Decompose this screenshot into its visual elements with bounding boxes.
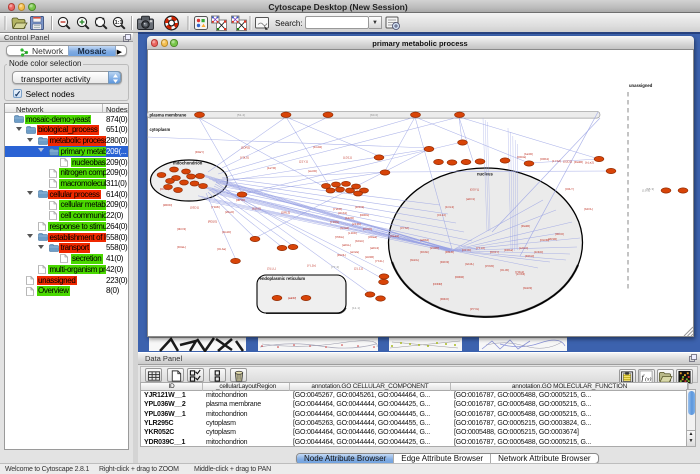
svg-text:[Gb3L]: [Gb3L]	[465, 262, 474, 266]
svg-text:[D0aY]: [D0aY]	[195, 150, 204, 154]
svg-text:[aO2a]: [aO2a]	[350, 250, 359, 254]
svg-text:[RD1G]: [RD1G]	[208, 220, 217, 224]
svg-text:mitochondrion: mitochondrion	[173, 161, 203, 166]
svg-text:[G3a2]: [G3a2]	[340, 226, 349, 230]
svg-text:[Dbbb]: [Dbbb]	[420, 250, 429, 254]
svg-text:[51.2]: [51.2]	[237, 113, 245, 117]
svg-text:[2R1R]: [2R1R]	[548, 237, 557, 241]
svg-text:[0122]: [0122]	[437, 213, 446, 217]
svg-text:[Y1Rb]: [Y1Rb]	[211, 205, 220, 209]
svg-text:[65.3]: [65.3]	[646, 187, 654, 191]
svg-text:[OODR]: [OODR]	[433, 282, 442, 286]
svg-text:[LR2R]: [LR2R]	[365, 255, 374, 259]
svg-text:[b2OL]: [b2OL]	[584, 207, 593, 211]
svg-text:[000O]: [000O]	[555, 232, 564, 236]
svg-text:plasma membrane: plasma membrane	[150, 112, 187, 117]
svg-text:[b32D]: [b32D]	[345, 216, 354, 220]
svg-text:[Y0LG]: [Y0LG]	[240, 156, 249, 160]
svg-text:[a0G3]: [a0G3]	[370, 246, 379, 250]
svg-text:[0YR0]: [0YR0]	[485, 264, 494, 268]
svg-text:[bDDG]: [bDDG]	[360, 213, 369, 217]
svg-text:[Y2D0]: [Y2D0]	[333, 207, 342, 211]
svg-text:[1ObD]: [1ObD]	[534, 250, 543, 254]
svg-text:[aDb2]: [aDb2]	[420, 238, 429, 242]
svg-text:[0aaa]: [0aaa]	[390, 234, 399, 238]
svg-text:unassigned: unassigned	[629, 83, 653, 88]
svg-text:[O2D2]: [O2D2]	[563, 160, 572, 164]
svg-text:[L1Db]: [L1Db]	[348, 231, 357, 235]
svg-text:[a0GL]: [a0GL]	[342, 243, 351, 247]
svg-text:[2ROD]: [2ROD]	[163, 203, 172, 207]
svg-text:[1OO3]: [1OO3]	[355, 205, 364, 209]
svg-text:[D3O3]: [D3O3]	[440, 260, 449, 264]
svg-text:[1Ob3]: [1Ob3]	[516, 272, 525, 276]
svg-text:[bDLb]: [bDLb]	[355, 239, 364, 243]
svg-text:[Da3R]: [Da3R]	[574, 160, 583, 164]
svg-text:[Y1L0]: [Y1L0]	[476, 246, 485, 250]
svg-text:[R0bO]: [R0bO]	[440, 297, 449, 301]
svg-text:[Y33G]: [Y33G]	[330, 220, 339, 224]
svg-text:[D3G0]: [D3G0]	[525, 254, 534, 258]
svg-text:[O1b1]: [O1b1]	[338, 211, 347, 215]
svg-text:[LD11]: [LD11]	[343, 156, 352, 160]
svg-text:[b1bO]: [b1bO]	[252, 207, 261, 211]
svg-text:[YRGL]: [YRGL]	[335, 235, 344, 239]
svg-text:[DO1Y]: [DO1Y]	[160, 187, 169, 191]
svg-text:[L2GO]: [L2GO]	[519, 246, 528, 250]
svg-text:[O1YD]: [O1YD]	[462, 248, 471, 252]
svg-text:[1DR2]: [1DR2]	[241, 146, 250, 150]
svg-text:[1G02]: [1G02]	[313, 145, 322, 149]
svg-text:[1OL3]: [1OL3]	[445, 205, 454, 209]
svg-text:[aYRD]: [aYRD]	[430, 246, 439, 250]
svg-text:[bGR3]: [bGR3]	[523, 286, 532, 290]
svg-text:[1Yb2]: [1Yb2]	[552, 159, 561, 163]
svg-text:[3LLL]: [3LLL]	[267, 267, 276, 271]
svg-text:[3Yb2]: [3Yb2]	[400, 226, 409, 230]
svg-text:[OLba]: [OLba]	[217, 247, 226, 251]
svg-text:[ba3D]: [ba3D]	[524, 152, 533, 156]
svg-text:[bG1D]: [bG1D]	[222, 230, 231, 234]
svg-text:[bGDL]: [bGDL]	[410, 258, 419, 262]
svg-text:[YL1b]: [YL1b]	[307, 264, 316, 268]
svg-text:[GGYL]: [GGYL]	[470, 188, 479, 192]
svg-text:[Ra3R]: [Ra3R]	[521, 224, 530, 228]
svg-text:[RLDL]: [RLDL]	[337, 253, 346, 257]
svg-text:[RbLD]: [RbLD]	[445, 250, 454, 254]
svg-text:[Yb1L]: [Yb1L]	[375, 259, 384, 263]
svg-text:[212b]: [212b]	[352, 222, 361, 226]
svg-text:cytoplasm: cytoplasm	[150, 127, 171, 132]
svg-text:[20aO]: [20aO]	[225, 210, 234, 214]
svg-text:[OL30]: [OL30]	[500, 268, 509, 272]
svg-text:[3Raa]: [3Raa]	[368, 235, 377, 239]
svg-text:[DR1a]: [DR1a]	[504, 248, 513, 252]
svg-text:[aL0D]: [aL0D]	[308, 169, 317, 173]
svg-text:[0bO3]: [0bO3]	[177, 227, 186, 231]
svg-text:[aaDR]: [aaDR]	[288, 296, 296, 300]
svg-text:[bLa2]: [bLa2]	[585, 161, 594, 165]
svg-text:[D0aL]: [D0aL]	[177, 245, 186, 249]
svg-text:[DRbR]: [DRbR]	[455, 275, 464, 279]
svg-text:[2L11]: [2L11]	[354, 267, 363, 271]
svg-text:endoplasmic reticulum: endoplasmic reticulum	[260, 276, 306, 281]
svg-text:[1aYR]: [1aYR]	[267, 166, 276, 170]
svg-text:[0RYD]: [0RYD]	[236, 198, 245, 202]
svg-text:[GRL3]: [GRL3]	[281, 211, 290, 215]
svg-text:[21Y1]: [21Y1]	[299, 160, 308, 164]
svg-text:[ORb1]: [ORb1]	[540, 157, 549, 161]
svg-text:[03D1]: [03D1]	[190, 206, 199, 210]
svg-text:[3YYG]: [3YYG]	[470, 307, 479, 311]
svg-text:[OYbO]: [OYbO]	[363, 227, 372, 231]
svg-text:[11.1]: [11.1]	[352, 306, 360, 310]
svg-text:[77.2]: [77.2]	[331, 265, 339, 269]
svg-text:[60.0]: [60.0]	[370, 113, 378, 117]
svg-text:[00LY]: [00LY]	[565, 187, 574, 191]
svg-text:[a0O1]: [a0O1]	[466, 197, 475, 201]
svg-text:[DO1Y]: [DO1Y]	[490, 250, 499, 254]
